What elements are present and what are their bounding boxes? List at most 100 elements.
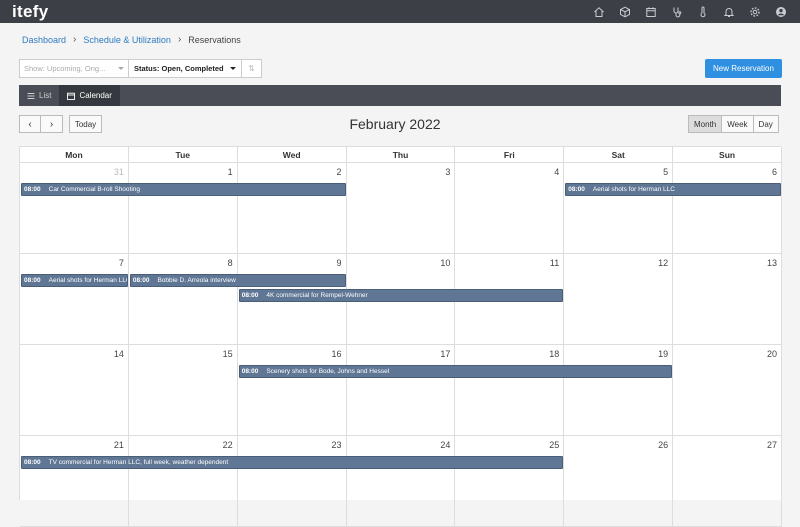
event-title: Car Commercial B-roll Shooting [48,186,141,193]
day-cell[interactable]: 19 [564,345,674,436]
weekday-header: Thu [346,147,456,163]
stethoscope-icon[interactable] [664,0,690,23]
day-number[interactable]: 9 [337,258,342,268]
day-number[interactable]: 16 [332,349,342,359]
day-cell[interactable]: 31 [20,163,129,254]
day-cell[interactable]: 15 [128,345,238,436]
day-number[interactable]: 14 [114,349,124,359]
gear-icon[interactable] [742,0,768,23]
user-icon[interactable] [768,0,794,23]
tab-list[interactable]: List [19,85,59,106]
day-cell[interactable]: 13 [673,254,782,345]
top-nav-icons [586,0,794,23]
reservation-event[interactable]: 08:00 4K commercial for Rempel-Wehner [238,289,564,302]
day-number[interactable]: 7 [119,258,124,268]
day-number[interactable]: 5 [663,167,668,177]
event-time: 08:00 [568,186,585,193]
calendar-nav: ‹ › [19,115,63,133]
itefy-logo[interactable]: itefy [12,2,48,22]
view-switcher: Month Week Day [688,115,779,133]
day-cell[interactable]: 27 [673,436,782,527]
day-number[interactable]: 2 [337,167,342,177]
day-cell[interactable]: 7 [20,254,129,345]
day-cell[interactable]: 5 [564,163,674,254]
weekday-header: Fri [455,147,565,163]
new-reservation-button[interactable]: New Reservation [705,59,782,78]
tab-calendar[interactable]: Calendar [59,85,120,106]
status-filter-value: Status: Open, Completed [134,64,224,73]
day-cell[interactable]: 22 [128,436,238,527]
day-number[interactable]: 21 [114,440,124,450]
day-number[interactable]: 1 [228,167,233,177]
day-number[interactable]: 3 [445,167,450,177]
day-cell[interactable]: 8 [128,254,238,345]
list-icon [27,92,35,99]
breadcrumb-dashboard[interactable]: Dashboard [22,35,66,45]
reservation-event[interactable]: 08:00 Bobbie D. Arreola interview [129,274,346,287]
day-number[interactable]: 27 [767,440,777,450]
day-number[interactable]: 17 [440,349,450,359]
day-cell[interactable]: 2 [237,163,347,254]
breadcrumb-reservations: Reservations [188,34,241,45]
day-number[interactable]: 25 [549,440,559,450]
today-button[interactable]: Today [69,115,102,133]
day-cell[interactable]: 3 [346,163,456,254]
day-cell[interactable]: 25 [455,436,565,527]
sort-icon[interactable]: ⇅ [242,59,262,78]
day-cell[interactable]: 24 [346,436,456,527]
event-title: Aerial shots for Herman LLC [48,277,128,284]
day-cell[interactable]: 23 [237,436,347,527]
day-number[interactable]: 31 [114,167,124,177]
day-number[interactable]: 12 [658,258,668,268]
day-cell[interactable]: 21 [20,436,129,527]
day-number[interactable]: 15 [223,349,233,359]
day-cell[interactable]: 6 [673,163,782,254]
next-month-button[interactable]: › [41,115,63,133]
day-number[interactable]: 13 [767,258,777,268]
bell-icon[interactable] [716,0,742,23]
day-number[interactable]: 22 [223,440,233,450]
day-number[interactable]: 24 [440,440,450,450]
status-filter-select[interactable]: Status: Open, Completed [129,59,242,78]
day-number[interactable]: 4 [554,167,559,177]
caret-down-icon [118,67,124,70]
day-number[interactable]: 8 [228,258,233,268]
box-icon[interactable] [612,0,638,23]
day-cell[interactable]: 14 [20,345,129,436]
reservation-event[interactable]: 08:00 Scenery shots for Bode, Johns and H… [238,365,673,378]
reservation-event[interactable]: 08:00 Car Commercial B-roll Shooting [21,183,346,196]
day-cell[interactable]: 20 [673,345,782,436]
event-time: 08:00 [24,459,41,466]
reservation-event[interactable]: 08:00 Aerial shots for Herman LLC [21,274,128,287]
breadcrumb-schedule-utilization[interactable]: Schedule & Utilization [83,35,171,45]
day-cell[interactable]: 26 [564,436,674,527]
prev-month-button[interactable]: ‹ [19,115,41,133]
day-number[interactable]: 10 [440,258,450,268]
breadcrumb: Dashboard › Schedule & Utilization › Res… [22,34,241,45]
day-number[interactable]: 11 [550,258,559,268]
day-number[interactable]: 18 [549,349,559,359]
day-cell[interactable]: 17 [346,345,456,436]
week-view-button[interactable]: Week [722,115,754,133]
weekday-header: Tue [128,147,238,163]
day-number[interactable]: 23 [332,440,342,450]
reservation-event[interactable]: 08:00 Aerial shots for Herman LLC [565,183,781,196]
thermometer-icon[interactable] [690,0,716,23]
show-filter-select[interactable]: Show: Upcoming, Ong... [19,59,129,78]
month-view-button[interactable]: Month [688,115,723,133]
day-number[interactable]: 6 [772,167,777,177]
day-view-button[interactable]: Day [753,115,779,133]
day-cell[interactable]: 4 [455,163,565,254]
calendar-icon[interactable] [638,0,664,23]
reservation-event[interactable]: 08:00 TV commercial for Herman LLC, full … [21,456,564,469]
day-cell[interactable]: 12 [564,254,674,345]
day-cell[interactable]: 16 [237,345,347,436]
day-number[interactable]: 26 [658,440,668,450]
day-cell[interactable]: 18 [455,345,565,436]
day-number[interactable]: 20 [767,349,777,359]
event-time: 08:00 [132,277,150,284]
day-number[interactable]: 19 [658,349,668,359]
calendar-icon [67,92,76,100]
day-cell[interactable]: 1 [128,163,238,254]
home-icon[interactable] [586,0,612,23]
